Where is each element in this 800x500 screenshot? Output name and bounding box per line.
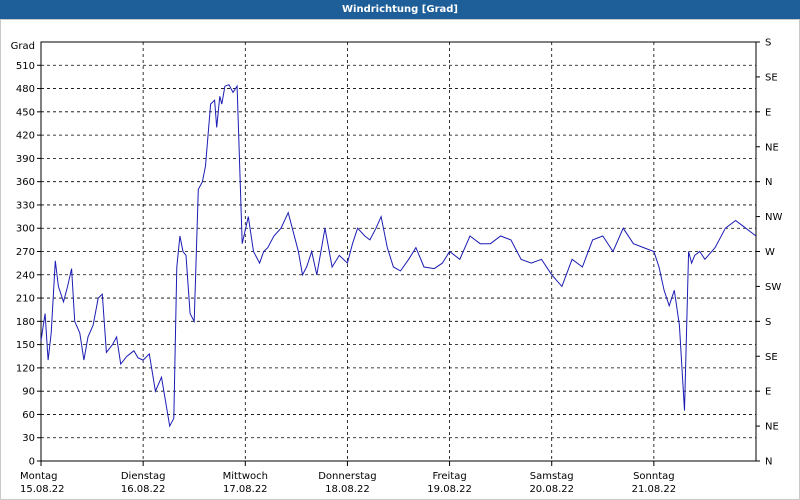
- x-tick-date-label: 18.08.22: [325, 484, 370, 495]
- y-tick-label: 390: [16, 154, 35, 165]
- x-tick-date-label: 15.08.22: [20, 484, 65, 495]
- y-tick-label: 30: [22, 433, 35, 444]
- y-tick-label: 360: [16, 177, 35, 188]
- y-tick-label: 450: [16, 107, 35, 118]
- right-axis-label: S: [765, 38, 771, 49]
- x-tick-date-label: 19.08.22: [427, 484, 472, 495]
- x-tick-date-label: 21.08.22: [632, 484, 677, 495]
- y-tick-label: 510: [16, 61, 35, 72]
- x-tick-day-label: Samstag: [530, 471, 574, 482]
- x-tick-date-label: 17.08.22: [223, 484, 268, 495]
- right-axis-label: SE: [765, 352, 778, 363]
- wind-direction-chart: 0 30 60 90 120 150 180 210 240 270 300 330 360 390 420…: [11, 38, 783, 496]
- x-tick-day-label: Montag: [20, 471, 57, 482]
- right-axis-label: SE: [765, 72, 778, 83]
- right-axis-label: E: [765, 387, 771, 398]
- y-tick-label: 90: [22, 387, 35, 398]
- x-tick-day-label: Mittwoch: [223, 471, 268, 482]
- y-tick-label: 120: [16, 363, 35, 374]
- right-axis-label: S: [765, 317, 771, 328]
- y-tick-label: 150: [16, 340, 35, 351]
- right-axis-label: NE: [765, 142, 779, 153]
- y-tick-label: 60: [22, 410, 35, 421]
- y-tick-label: 240: [16, 270, 35, 281]
- right-axis-label: SW: [765, 282, 781, 293]
- y-tick-label: 0: [29, 457, 35, 468]
- chart-title: Windrichtung [Grad]: [342, 4, 458, 15]
- y-tick-label: 210: [16, 294, 35, 305]
- x-tick-day-label: Freitag: [432, 471, 466, 482]
- chart-panel: 0 30 60 90 120 150 180 210 240 270 300 330 360 390 420…: [0, 19, 800, 500]
- y-tick-label: 480: [16, 84, 35, 95]
- chart-title-bar: Windrichtung [Grad]: [0, 0, 800, 19]
- x-tick-date-label: 20.08.22: [529, 484, 574, 495]
- x-tick-day-label: Donnerstag: [318, 471, 376, 482]
- x-tick-day-label: Sonntag: [633, 471, 675, 482]
- y-axis-label: Grad: [11, 41, 35, 52]
- y-tick-label: 270: [16, 247, 35, 258]
- right-axis-label: E: [765, 107, 771, 118]
- y-tick-label: 330: [16, 200, 35, 211]
- y-tick-label: 420: [16, 131, 35, 142]
- right-axis-label: NE: [765, 422, 779, 433]
- y-tick-label: 180: [16, 317, 35, 328]
- right-axis-label: W: [765, 247, 775, 258]
- x-tick-day-label: Dienstag: [121, 471, 166, 482]
- right-axis-label: N: [765, 177, 772, 188]
- right-axis-label: N: [765, 457, 772, 468]
- right-axis-label: NW: [765, 212, 782, 223]
- x-tick-date-label: 16.08.22: [121, 484, 166, 495]
- y-tick-label: 300: [16, 224, 35, 235]
